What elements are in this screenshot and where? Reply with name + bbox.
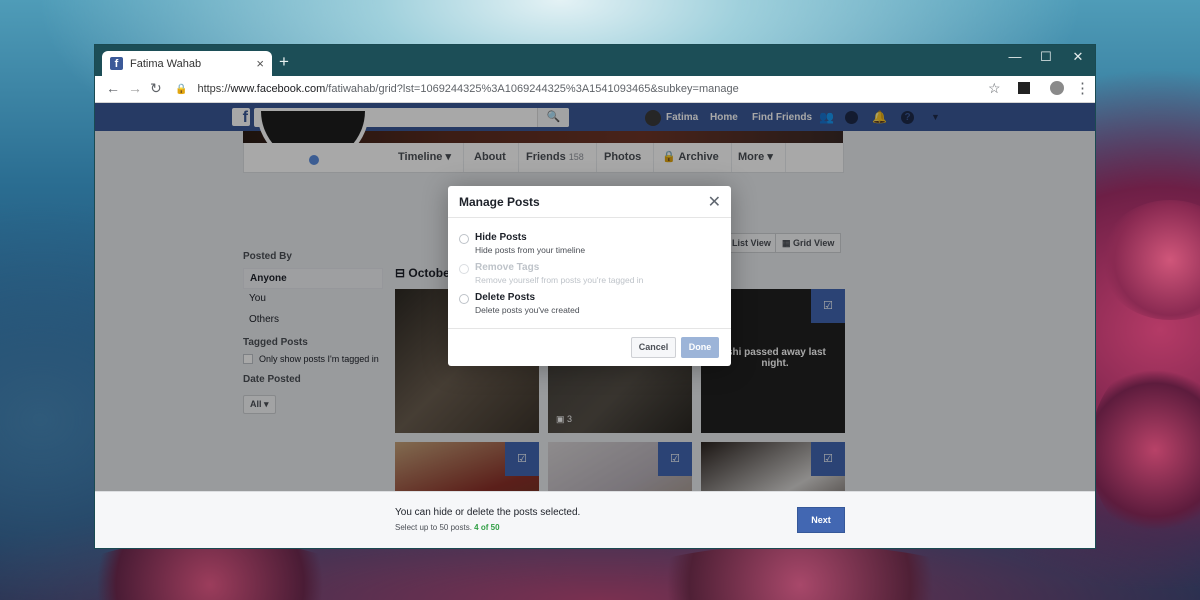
limit-text: Select up to 50 posts. xyxy=(395,523,472,532)
cancel-button[interactable]: Cancel xyxy=(631,337,676,358)
wallpaper-coral xyxy=(1090,360,1200,540)
close-icon[interactable]: ✕ xyxy=(708,192,721,212)
selection-bar: You can hide or delete the posts selecte… xyxy=(95,491,1095,548)
reload-icon[interactable]: ↻ xyxy=(150,80,162,97)
option-title: Remove Tags xyxy=(475,262,540,273)
dialog-header: Manage Posts ✕ xyxy=(448,186,731,218)
option-hide-posts[interactable]: Hide Posts Hide posts from your timeline xyxy=(459,232,585,255)
url-scheme: https:// xyxy=(197,83,231,95)
wallpaper-coral xyxy=(620,545,980,600)
selection-message: You can hide or delete the posts selecte… xyxy=(395,507,581,518)
new-tab-button[interactable]: + xyxy=(279,52,289,72)
forward-arrow-icon[interactable]: → xyxy=(128,80,142,96)
url-bar[interactable]: 🔒 https://www.facebook.com/fatiwahab/gri… xyxy=(175,78,990,100)
profile-avatar-icon[interactable] xyxy=(1050,81,1064,95)
next-button[interactable]: Next xyxy=(797,507,845,533)
option-description: Delete posts you've created xyxy=(475,305,580,315)
address-toolbar: ← → ↻ 🔒 https://www.facebook.com/fatiwah… xyxy=(95,76,1095,103)
minimize-button[interactable]: — xyxy=(1000,49,1030,64)
dialog-footer: Cancel Done xyxy=(448,328,731,366)
browser-menu-icon[interactable]: ⋮ xyxy=(1075,79,1090,97)
radio-remove-tags xyxy=(459,264,469,274)
option-title: Delete Posts xyxy=(475,292,536,303)
option-description: Hide posts from your timeline xyxy=(475,245,586,255)
wallpaper-coral xyxy=(1100,200,1200,320)
extension-icon[interactable] xyxy=(1018,82,1030,94)
done-button[interactable]: Done xyxy=(681,337,719,358)
tab-title: Fatima Wahab xyxy=(130,57,202,70)
option-description: Remove yourself from posts you're tagged… xyxy=(475,275,644,285)
option-title: Hide Posts xyxy=(475,232,527,243)
back-arrow-icon[interactable]: ← xyxy=(106,80,120,96)
manage-posts-dialog: Manage Posts ✕ Hide Posts Hide posts fro… xyxy=(448,186,731,366)
browser-tab[interactable]: f Fatima Wahab × xyxy=(102,51,272,76)
maximize-button[interactable]: ☐ xyxy=(1031,49,1061,65)
browser-titlebar: f Fatima Wahab × + — ☐ ✕ xyxy=(95,45,1095,76)
option-remove-tags: Remove Tags Remove yourself from posts y… xyxy=(459,262,643,285)
url-path: /fatiwahab/grid?lst=1069244325%3A1069244… xyxy=(325,83,739,95)
url-host: www.facebook.com xyxy=(230,83,326,95)
close-window-button[interactable]: ✕ xyxy=(1063,49,1093,65)
dialog-title: Manage Posts xyxy=(459,195,540,209)
radio-hide-posts[interactable] xyxy=(459,234,469,244)
selected-count: 4 of 50 xyxy=(474,523,500,532)
tab-close-icon[interactable]: × xyxy=(256,56,264,71)
bookmark-star-icon[interactable]: ☆ xyxy=(988,80,1001,97)
option-delete-posts[interactable]: Delete Posts Delete posts you've created xyxy=(459,292,580,315)
selection-limit: Select up to 50 posts. 4 of 50 xyxy=(395,523,500,532)
lock-icon: 🔒 xyxy=(175,83,188,95)
facebook-favicon-icon: f xyxy=(110,57,123,70)
radio-delete-posts[interactable] xyxy=(459,294,469,304)
browser-window: f Fatima Wahab × + — ☐ ✕ ← → ↻ 🔒 https:/… xyxy=(95,45,1095,548)
wallpaper-coral xyxy=(60,540,360,600)
